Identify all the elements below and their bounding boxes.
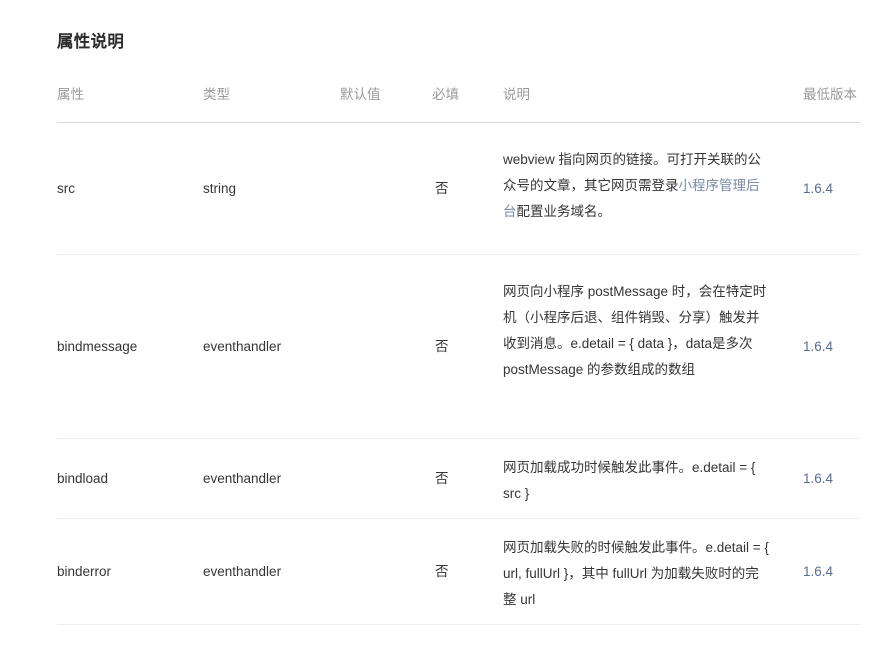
page-title: 属性说明 bbox=[57, 33, 125, 51]
attributes-table: 属性 类型 默认值 必填 说明 最低版本 src string 否 webvie… bbox=[57, 85, 860, 625]
column-header-type: 类型 bbox=[203, 87, 230, 102]
cell-min-version: 1.6.4 bbox=[803, 180, 834, 196]
cell-required: 否 bbox=[435, 338, 449, 354]
cell-attribute: src bbox=[57, 180, 75, 196]
cell-type: eventhandler bbox=[203, 563, 282, 579]
cell-description: webview 指向网页的链接。可打开关联的公众号的文章，其它网页需登录小程序管… bbox=[503, 147, 771, 225]
table-body: src string 否 webview 指向网页的链接。可打开关联的公众号的文… bbox=[57, 123, 860, 625]
column-header-description: 说明 bbox=[503, 87, 530, 102]
cell-description: 网页向小程序 postMessage 时，会在特定时机（小程序后退、组件销毁、分… bbox=[503, 279, 771, 383]
cell-attribute: bindload bbox=[57, 470, 109, 486]
description-text-after-link: 配置业务域名。 bbox=[516, 204, 612, 219]
cell-type: string bbox=[203, 180, 237, 196]
cell-required: 否 bbox=[435, 470, 449, 486]
description-text-before-link: 网页加载失败的时候触发此事件。e.detail = { url, fullUrl… bbox=[503, 540, 769, 607]
column-header-required: 必填 bbox=[432, 87, 459, 102]
column-header-attribute: 属性 bbox=[57, 87, 84, 102]
cell-min-version: 1.6.4 bbox=[803, 470, 834, 486]
column-header-min-version: 最低版本 bbox=[803, 87, 857, 102]
documentation-page: 属性说明 属性 类型 默认值 必填 说明 最低版本 src string 否 w… bbox=[0, 0, 881, 656]
table-header-row: 属性 类型 默认值 必填 说明 最低版本 bbox=[57, 85, 860, 122]
cell-min-version: 1.6.4 bbox=[803, 338, 834, 354]
cell-type: eventhandler bbox=[203, 338, 282, 354]
cell-type: eventhandler bbox=[203, 470, 282, 486]
cell-description: 网页加载成功时候触发此事件。e.detail = { src } bbox=[503, 455, 771, 507]
table-row: bindload eventhandler 否 网页加载成功时候触发此事件。e.… bbox=[57, 439, 860, 518]
table-row: binderror eventhandler 否 网页加载失败的时候触发此事件。… bbox=[57, 519, 860, 624]
column-header-default: 默认值 bbox=[340, 87, 381, 102]
cell-required: 否 bbox=[435, 180, 449, 196]
cell-attribute: binderror bbox=[57, 563, 112, 579]
description-text-before-link: 网页向小程序 postMessage 时，会在特定时机（小程序后退、组件销毁、分… bbox=[503, 284, 767, 377]
cell-min-version: 1.6.4 bbox=[803, 563, 834, 579]
cell-description: 网页加载失败的时候触发此事件。e.detail = { url, fullUrl… bbox=[503, 535, 771, 613]
table-bottom-divider bbox=[57, 624, 860, 625]
cell-required: 否 bbox=[435, 563, 449, 579]
description-text-before-link: 网页加载成功时候触发此事件。e.detail = { src } bbox=[503, 460, 756, 501]
cell-attribute: bindmessage bbox=[57, 338, 138, 354]
table-row: src string 否 webview 指向网页的链接。可打开关联的公众号的文… bbox=[57, 123, 860, 254]
table-row: bindmessage eventhandler 否 网页向小程序 postMe… bbox=[57, 255, 860, 438]
